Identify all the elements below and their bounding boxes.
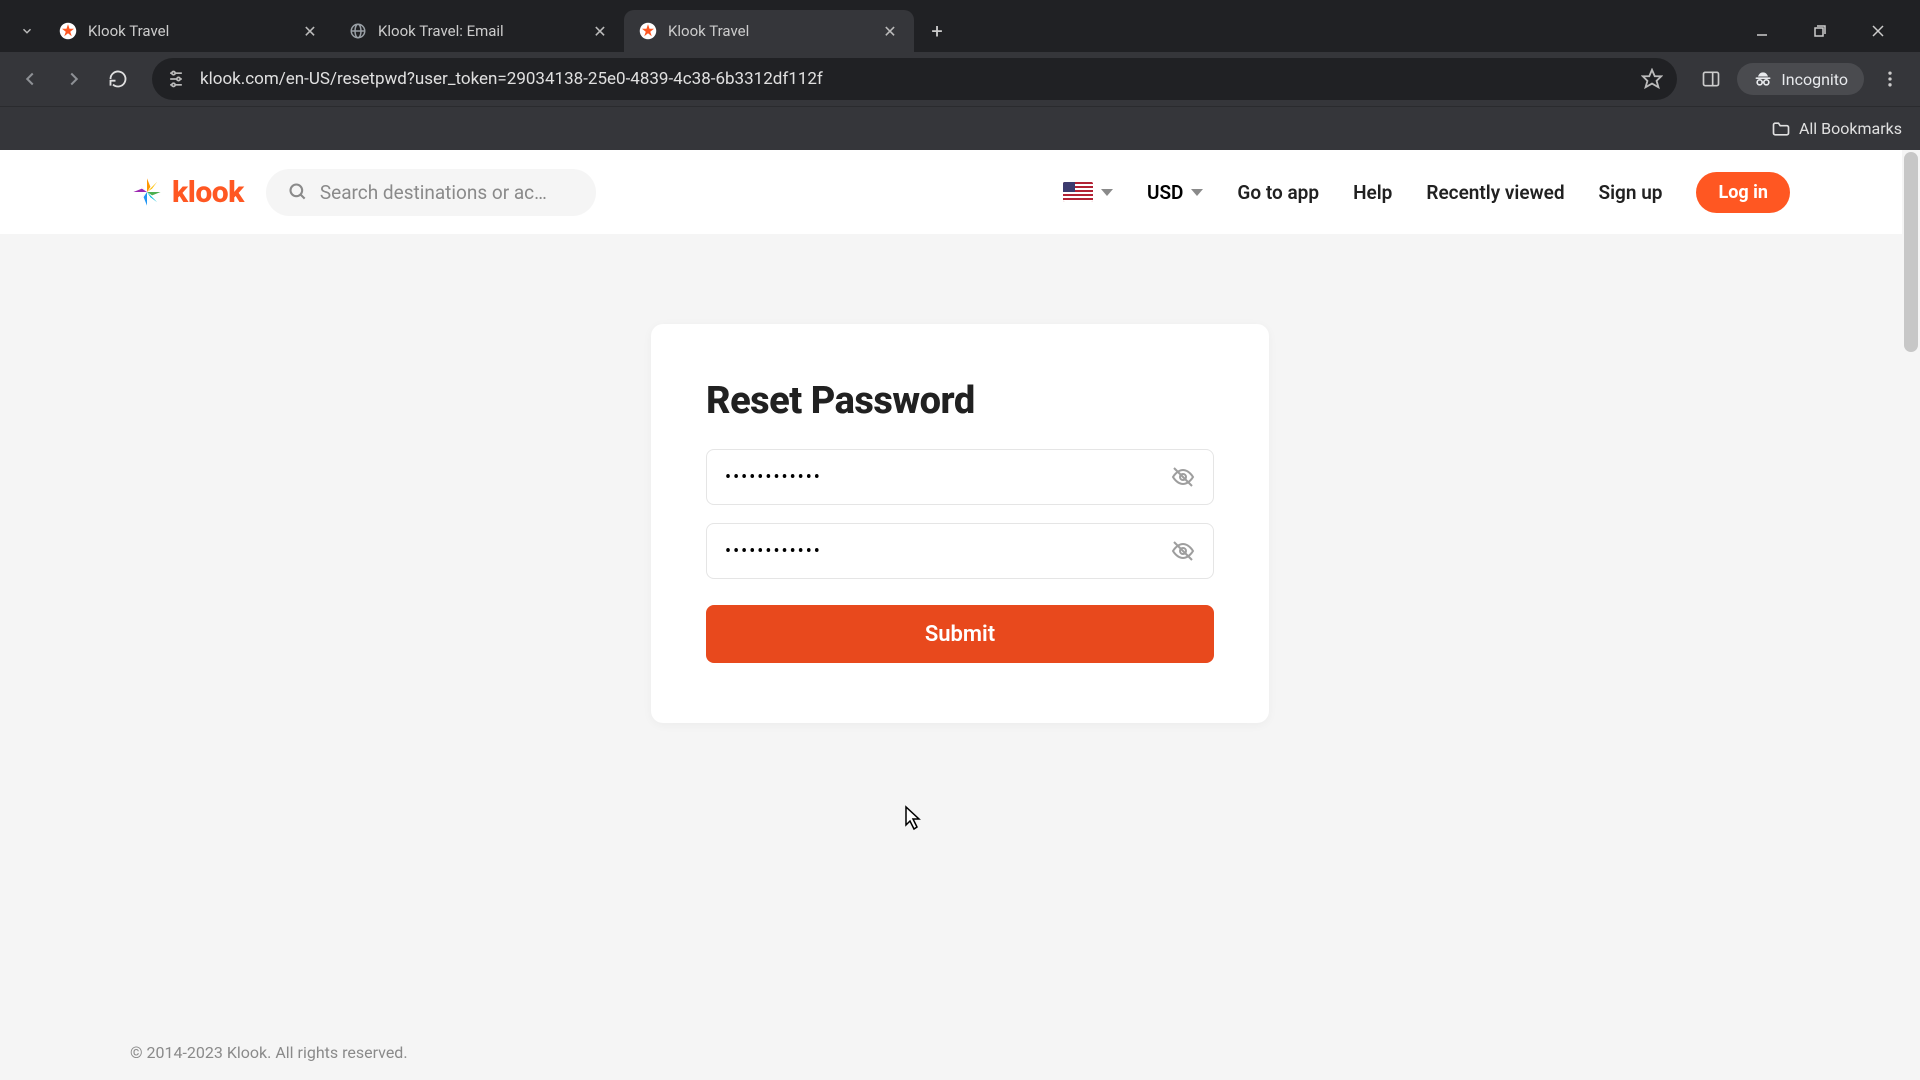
site-footer: © 2014-2023 Klook. All rights reserved. <box>0 1025 1920 1080</box>
bookmark-bar: All Bookmarks <box>0 106 1920 150</box>
toggle-password-visibility-icon[interactable] <box>1171 539 1195 563</box>
help-link[interactable]: Help <box>1353 181 1392 204</box>
log-in-button[interactable]: Log in <box>1696 172 1790 213</box>
search-placeholder: Search destinations or ac… <box>320 181 547 204</box>
minimize-window[interactable] <box>1748 17 1776 45</box>
all-bookmarks-label: All Bookmarks <box>1799 119 1902 138</box>
vertical-scrollbar[interactable] <box>1902 150 1920 1080</box>
scrollbar-thumb[interactable] <box>1904 152 1918 352</box>
site-header: klook Search destinations or ac… USD Go … <box>0 150 1920 234</box>
browser-tab-3[interactable]: Klook Travel ✕ <box>624 10 914 52</box>
recently-viewed-link[interactable]: Recently viewed <box>1426 181 1564 204</box>
tab-title: Klook Travel: Email <box>378 22 580 40</box>
browser-tab-1[interactable]: Klook Travel ✕ <box>44 10 334 52</box>
search-box[interactable]: Search destinations or ac… <box>266 169 596 216</box>
close-tab-icon[interactable]: ✕ <box>880 22 900 41</box>
tab-title: Klook Travel <box>88 22 290 40</box>
chevron-down-icon <box>1191 189 1203 196</box>
menu-icon[interactable] <box>1872 61 1908 97</box>
reload-button[interactable] <box>100 61 136 97</box>
language-selector[interactable] <box>1063 182 1113 202</box>
brand-name: klook <box>172 175 244 210</box>
currency-label: USD <box>1147 181 1183 204</box>
incognito-label: Incognito <box>1781 70 1848 89</box>
currency-selector[interactable]: USD <box>1147 181 1203 204</box>
copyright-text: © 2014-2023 Klook. All rights reserved. <box>130 1043 408 1062</box>
us-flag-icon <box>1063 182 1093 202</box>
close-tab-icon[interactable]: ✕ <box>590 22 610 41</box>
new-password-input[interactable] <box>725 467 1171 488</box>
new-tab-button[interactable]: + <box>920 14 954 48</box>
address-bar[interactable]: klook.com/en-US/resetpwd?user_token=2903… <box>152 58 1677 100</box>
back-button[interactable] <box>12 61 48 97</box>
incognito-indicator[interactable]: Incognito <box>1737 63 1864 95</box>
tab-bar: Klook Travel ✕ Klook Travel: Email ✕ Klo… <box>0 0 1920 52</box>
browser-tab-2[interactable]: Klook Travel: Email ✕ <box>334 10 624 52</box>
sign-up-link[interactable]: Sign up <box>1599 181 1663 204</box>
klook-favicon <box>638 21 658 41</box>
go-to-app-link[interactable]: Go to app <box>1237 181 1319 204</box>
site-settings-icon[interactable] <box>166 69 186 89</box>
star-icon[interactable] <box>1641 68 1663 90</box>
close-window[interactable] <box>1864 17 1892 45</box>
new-password-field-wrapper <box>706 449 1214 505</box>
maximize-window[interactable] <box>1806 17 1834 45</box>
search-icon <box>288 182 308 202</box>
toggle-password-visibility-icon[interactable] <box>1171 465 1195 489</box>
reset-password-card: Reset Password Submit <box>651 324 1269 723</box>
chevron-down-icon <box>1101 189 1113 196</box>
card-title: Reset Password <box>706 379 1214 423</box>
logo-mark-icon <box>130 175 164 209</box>
url-text: klook.com/en-US/resetpwd?user_token=2903… <box>200 69 1627 89</box>
submit-button[interactable]: Submit <box>706 605 1214 663</box>
all-bookmarks-button[interactable]: All Bookmarks <box>1771 119 1902 139</box>
confirm-password-field-wrapper <box>706 523 1214 579</box>
forward-button[interactable] <box>56 61 92 97</box>
globe-favicon <box>348 21 368 41</box>
tab-title: Klook Travel <box>668 22 870 40</box>
side-panel-icon[interactable] <box>1693 61 1729 97</box>
confirm-password-input[interactable] <box>725 541 1171 562</box>
klook-favicon <box>58 21 78 41</box>
tabs-dropdown[interactable] <box>10 14 44 48</box>
browser-toolbar: klook.com/en-US/resetpwd?user_token=2903… <box>0 52 1920 106</box>
brand-logo[interactable]: klook <box>130 175 244 210</box>
close-tab-icon[interactable]: ✕ <box>300 22 320 41</box>
